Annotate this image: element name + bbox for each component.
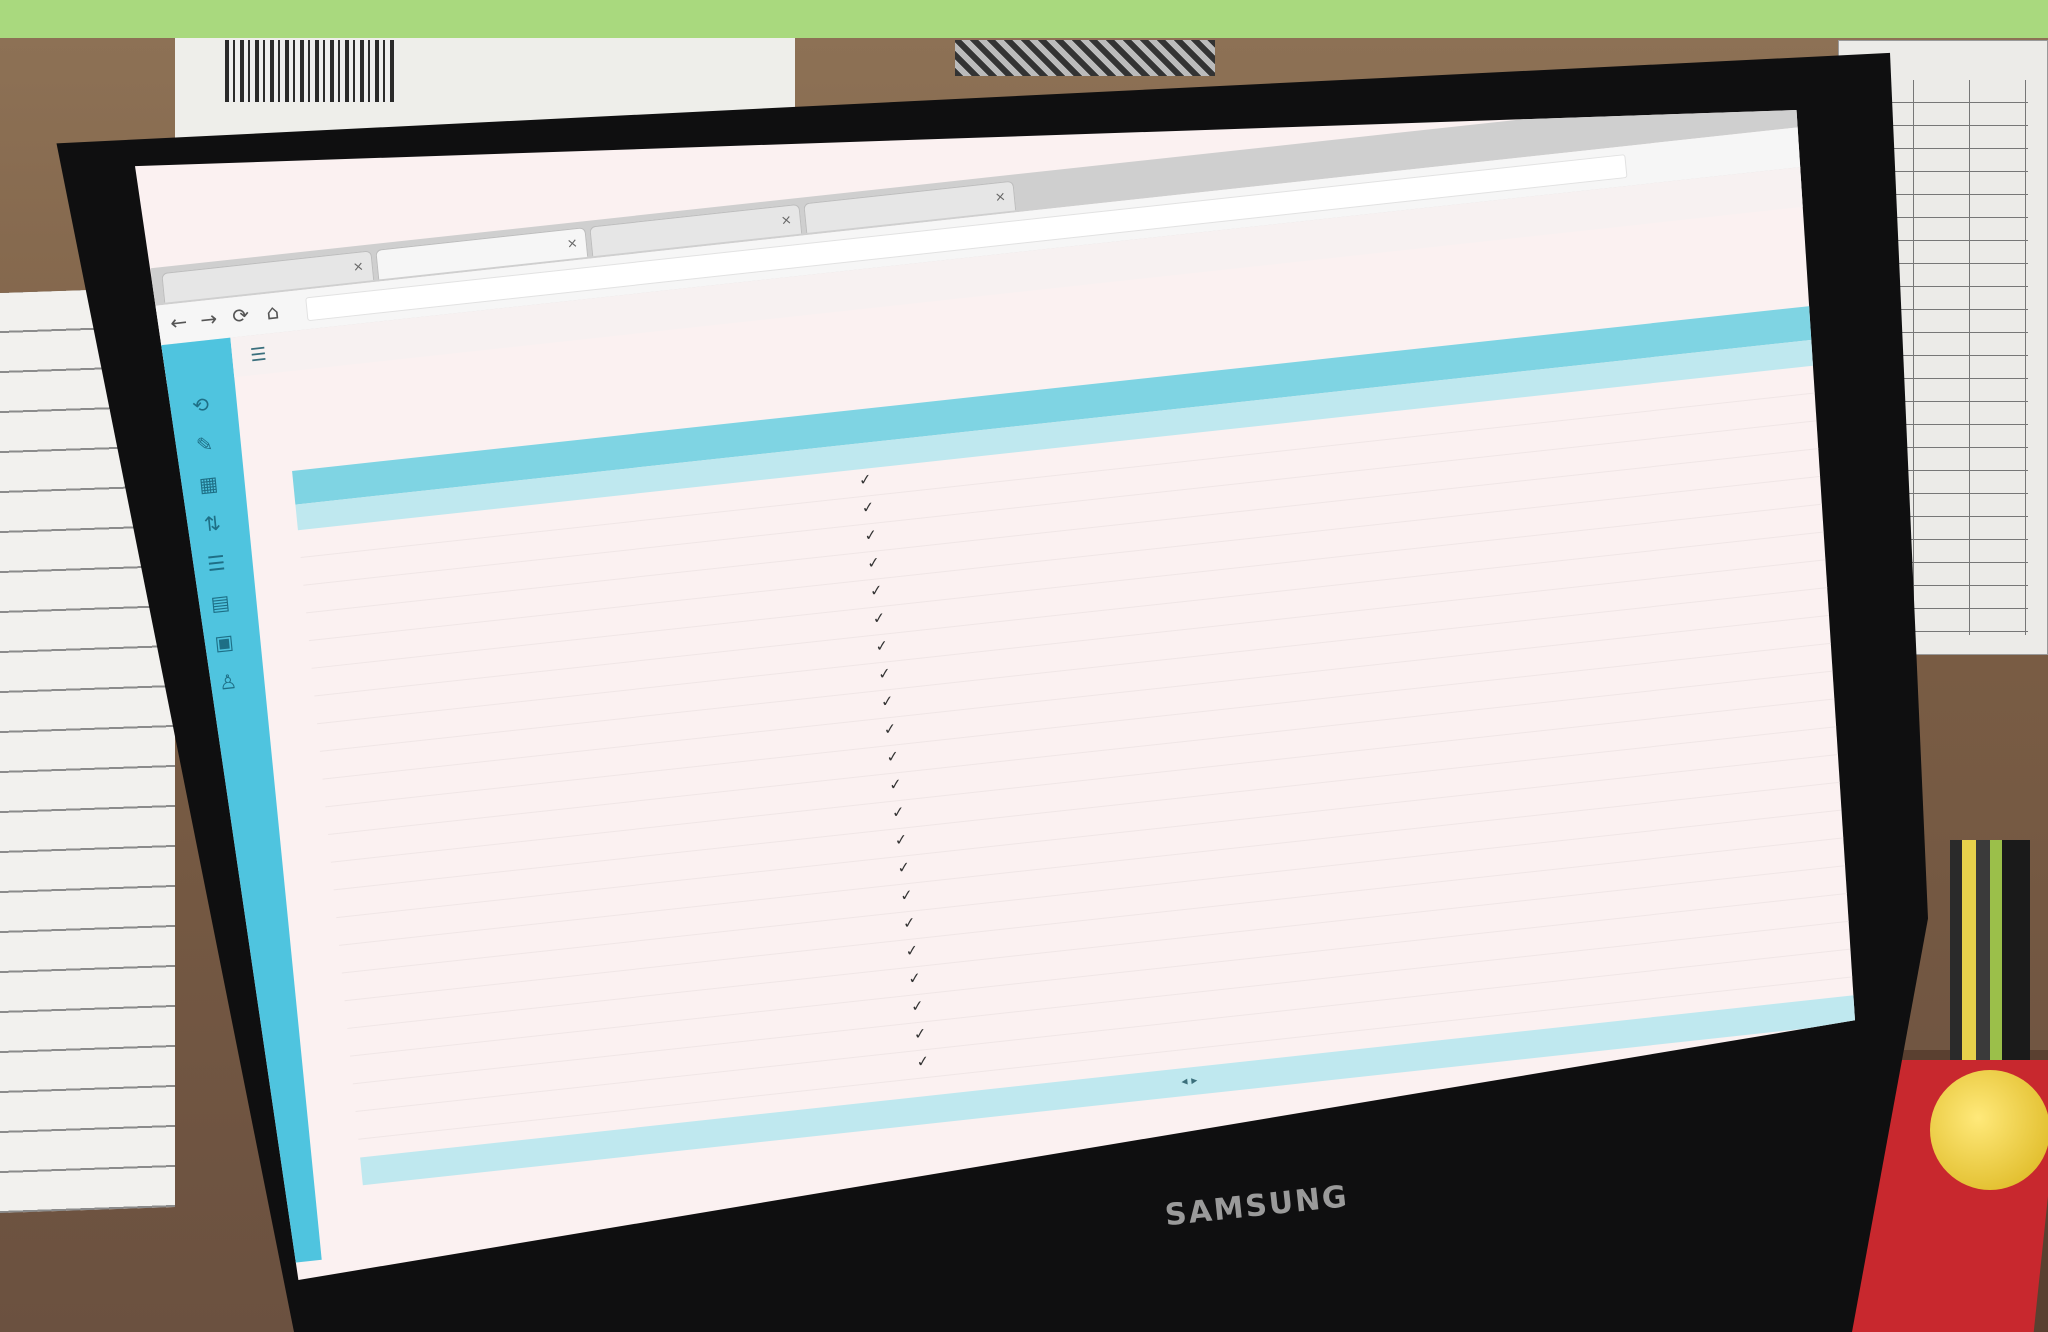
close-icon[interactable]: ×	[993, 183, 1007, 214]
breadcrumb-item[interactable]	[252, 397, 254, 415]
transfer-icon[interactable]: ⇅	[197, 510, 228, 541]
sub-tab[interactable]	[361, 430, 363, 448]
grid-icon[interactable]: ▦	[193, 471, 224, 502]
check-mark-icon: ✓	[858, 470, 873, 490]
check-mark-icon: ✓	[888, 774, 903, 794]
toolbar-action[interactable]	[1554, 232, 1555, 246]
check-mark-icon: ✓	[860, 497, 876, 517]
check-mark-icon: ✓	[907, 968, 922, 988]
check-mark-icon: ✓	[874, 636, 889, 656]
check-mark-icon: ✓	[896, 857, 911, 878]
menu-icon[interactable]: ☰	[249, 344, 267, 367]
refresh-icon[interactable]: ⟲	[185, 391, 216, 422]
reload-icon[interactable]: ⟳	[231, 303, 250, 329]
check-mark-icon: ✓	[866, 553, 881, 573]
toolbar-action[interactable]	[1642, 222, 1643, 236]
close-icon[interactable]: ×	[565, 229, 579, 260]
toolbar-action[interactable]	[1598, 227, 1599, 241]
list-icon[interactable]: ☰	[201, 550, 232, 581]
sub-tab-bar	[289, 419, 471, 456]
breadcrumb	[252, 396, 268, 415]
pens-holder	[1950, 840, 2030, 1060]
check-mark-icon: ✓	[913, 1024, 928, 1044]
check-mark-icon: ✓	[910, 996, 925, 1016]
toolbar-action[interactable]	[1576, 229, 1577, 243]
check-mark-icon: ✓	[877, 663, 892, 684]
edit-icon[interactable]: ✎	[189, 431, 220, 462]
user-icon[interactable]: ♙	[213, 668, 244, 699]
forward-arrow-icon[interactable]: →	[199, 306, 218, 332]
sub-tab[interactable]	[325, 434, 327, 452]
home-icon[interactable]: ⌂	[265, 299, 280, 324]
back-arrow-icon[interactable]: ←	[169, 309, 188, 335]
yellow-tape-roll	[1930, 1070, 2048, 1190]
top-color-band	[0, 0, 2048, 38]
check-mark-icon: ✓	[915, 1051, 931, 1071]
check-mark-icon: ✓	[871, 608, 887, 628]
check-mark-icon: ✓	[902, 913, 917, 933]
check-mark-icon: ✓	[904, 941, 920, 961]
sub-tab[interactable]	[289, 438, 291, 456]
report-icon[interactable]: ▤	[205, 589, 236, 620]
close-icon[interactable]: ×	[779, 206, 793, 237]
barcode-image	[225, 40, 395, 102]
check-mark-icon: ✓	[869, 580, 884, 601]
qr-code-image	[955, 40, 1215, 76]
sub-tab[interactable]	[433, 423, 435, 441]
box-icon[interactable]: ▣	[209, 629, 240, 660]
pagination[interactable]: ◂ ▸	[1181, 1073, 1198, 1089]
toolbar-action[interactable]	[1532, 234, 1533, 248]
check-mark-icon: ✓	[882, 719, 898, 739]
check-mark-icon: ✓	[893, 830, 909, 850]
sub-tab[interactable]	[397, 427, 399, 445]
breadcrumb-item[interactable]	[266, 396, 268, 414]
close-icon[interactable]: ×	[351, 252, 365, 283]
toolbar-action[interactable]	[1620, 225, 1621, 239]
check-mark-icon: ✓	[891, 802, 906, 822]
check-mark-icon: ✓	[899, 885, 914, 905]
check-mark-icon: ✓	[880, 691, 895, 711]
check-mark-icon: ✓	[863, 525, 878, 545]
check-mark-icon: ✓	[885, 747, 900, 767]
